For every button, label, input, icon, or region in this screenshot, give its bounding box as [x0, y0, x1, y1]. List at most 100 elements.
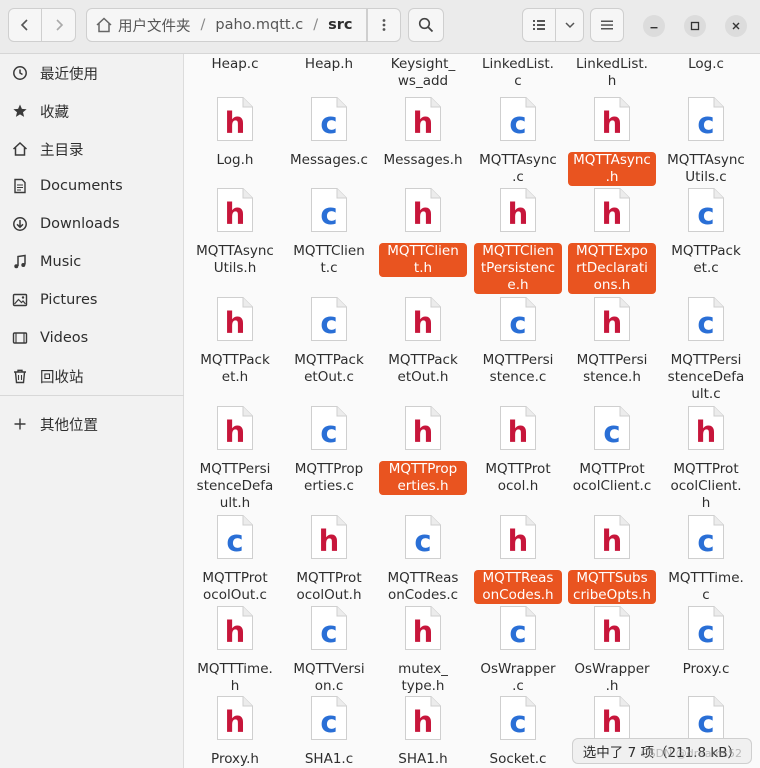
file-item[interactable]: h MQTTClien t.h — [376, 187, 470, 297]
file-item[interactable]: h Proxy.h — [188, 695, 282, 768]
minimize-icon — [650, 27, 658, 29]
file-name: OsWrapper .h — [574, 661, 650, 694]
file-item[interactable]: c MQTTProp erties.c — [282, 405, 376, 515]
selection-status: 选中了 7 项（211.8 kB） — [571, 738, 752, 764]
file-name: MQTTReas onCodes.c — [387, 570, 459, 603]
svg-text:c: c — [509, 106, 526, 140]
path-segment-home[interactable]: 用户文件夹 — [118, 15, 191, 36]
svg-text:h: h — [602, 524, 623, 558]
c-source-file-icon: c — [687, 296, 725, 342]
sidebar-item-home[interactable]: 主目录 — [0, 131, 184, 167]
svg-text:h: h — [225, 415, 246, 449]
file-item[interactable]: c SHA1.c — [282, 695, 376, 768]
sidebar-item-starred[interactable]: 收藏 — [0, 93, 184, 129]
sidebar-item-music[interactable]: Music — [0, 244, 184, 280]
search-button[interactable] — [408, 8, 444, 42]
list-view-icon — [533, 20, 545, 30]
svg-text:h: h — [413, 705, 434, 739]
back-button[interactable] — [8, 8, 42, 42]
file-item[interactable]: c MQTTClien t.c — [282, 187, 376, 297]
file-item[interactable]: c MQTTProt ocolClient.c — [565, 405, 659, 515]
close-button[interactable] — [725, 15, 747, 37]
file-item[interactable]: h MQTTAsync Utils.h — [188, 187, 282, 297]
c-header-file-icon: h — [593, 514, 631, 560]
c-source-file-icon: c — [310, 695, 348, 741]
file-name: Log.h — [216, 152, 254, 168]
sidebar-item-label: 主目录 — [40, 142, 84, 159]
file-item[interactable]: c MQTTPack etOut.c — [282, 296, 376, 406]
svg-text:c: c — [509, 306, 526, 340]
sidebar-item-recent[interactable]: 最近使用 — [0, 55, 184, 91]
c-source-file-icon: c — [216, 514, 254, 560]
file-item[interactable]: h MQTTPack etOut.h — [376, 296, 470, 406]
file-name: MQTTPack et.h — [200, 352, 270, 385]
header-bar: 用户文件夹 / paho.mqtt.c / src — [0, 0, 760, 54]
star-icon — [13, 104, 27, 117]
sidebar-item-label: 收藏 — [40, 104, 69, 121]
svg-text:h: h — [696, 415, 717, 449]
sidebar-item-label: Videos — [40, 330, 89, 346]
svg-text:h: h — [508, 524, 529, 558]
search-icon — [418, 17, 434, 33]
file-name: MQTTProt ocol.h — [485, 461, 551, 494]
svg-text:h: h — [225, 197, 246, 231]
path-menu-button[interactable] — [367, 8, 401, 42]
file-item[interactable]: c Socket.c — [471, 695, 565, 768]
c-header-file-icon: h — [499, 405, 537, 451]
svg-text:h: h — [413, 197, 434, 231]
c-header-file-icon: h — [404, 605, 442, 651]
path-separator: / — [200, 17, 206, 33]
file-item[interactable]: c MQTTPersi stenceDefa ult.c — [659, 296, 753, 406]
c-source-file-icon: c — [687, 514, 725, 560]
file-name: Messages.c — [290, 152, 368, 168]
file-name: Proxy.c — [682, 661, 730, 677]
sidebar-item-trash[interactable]: 回收站 — [0, 358, 184, 394]
sidebar-item-downloads[interactable]: Downloads — [0, 206, 184, 242]
path-segment-current[interactable]: src — [328, 17, 352, 33]
file-item[interactable]: h MQTTProt ocolClient. h — [659, 405, 753, 515]
file-item[interactable]: h MQTTExpo rtDeclarati ons.h — [565, 187, 659, 297]
sidebar-item-other-locations[interactable]: 其他位置 — [0, 406, 184, 442]
file-name: MQTTClien tPersistenc e.h — [474, 243, 562, 294]
svg-text:h: h — [602, 197, 623, 231]
file-item[interactable]: h MQTTPersi stenceDefa ult.h — [188, 405, 282, 515]
file-name: Heap.h — [304, 56, 354, 72]
file-name: LinkedList. h — [576, 56, 648, 89]
sidebar-item-label: Downloads — [40, 216, 120, 232]
file-item[interactable]: h MQTTClien tPersistenc e.h — [471, 187, 565, 297]
c-header-file-icon: h — [216, 96, 254, 142]
forward-button[interactable] — [42, 8, 76, 42]
c-source-file-icon: c — [310, 187, 348, 233]
sidebar-item-videos[interactable]: Videos — [0, 320, 184, 356]
file-name: MQTTAsync Utils.c — [667, 152, 745, 185]
main-menu-button[interactable] — [590, 8, 624, 42]
file-item[interactable]: h MQTTProp erties.h — [376, 405, 470, 515]
file-item[interactable]: h SHA1.h — [376, 695, 470, 768]
file-item[interactable]: h MQTTPack et.h — [188, 296, 282, 406]
svg-text:c: c — [320, 705, 337, 739]
maximize-button[interactable] — [684, 15, 706, 37]
c-source-file-icon: c — [499, 605, 537, 651]
svg-text:h: h — [413, 615, 434, 649]
file-name: MQTTPersi stence.c — [482, 352, 554, 385]
sidebar-divider — [0, 395, 184, 396]
file-item[interactable]: h MQTTProt ocol.h — [471, 405, 565, 515]
sidebar-item-pictures[interactable]: Pictures — [0, 282, 184, 318]
minimize-button[interactable] — [643, 15, 665, 37]
file-name: MQTTPersi stenceDefa ult.c — [667, 352, 745, 402]
svg-text:h: h — [508, 197, 529, 231]
file-item[interactable]: c MQTTPack et.c — [659, 187, 753, 297]
view-toggle-button[interactable] — [522, 8, 556, 42]
file-item[interactable]: c MQTTPersi stence.c — [471, 296, 565, 406]
c-header-file-icon: h — [593, 296, 631, 342]
home-icon — [12, 141, 28, 156]
chevron-left-icon — [20, 19, 28, 31]
c-header-file-icon: h — [499, 187, 537, 233]
sidebar-item-documents[interactable]: Documents — [0, 168, 184, 204]
view-options-dropdown[interactable] — [556, 8, 584, 42]
svg-text:h: h — [508, 415, 529, 449]
path-segment-paho[interactable]: paho.mqtt.c — [215, 17, 303, 33]
file-item[interactable]: h MQTTPersi stence.h — [565, 296, 659, 406]
svg-text:c: c — [697, 524, 714, 558]
c-source-file-icon: c — [310, 605, 348, 651]
